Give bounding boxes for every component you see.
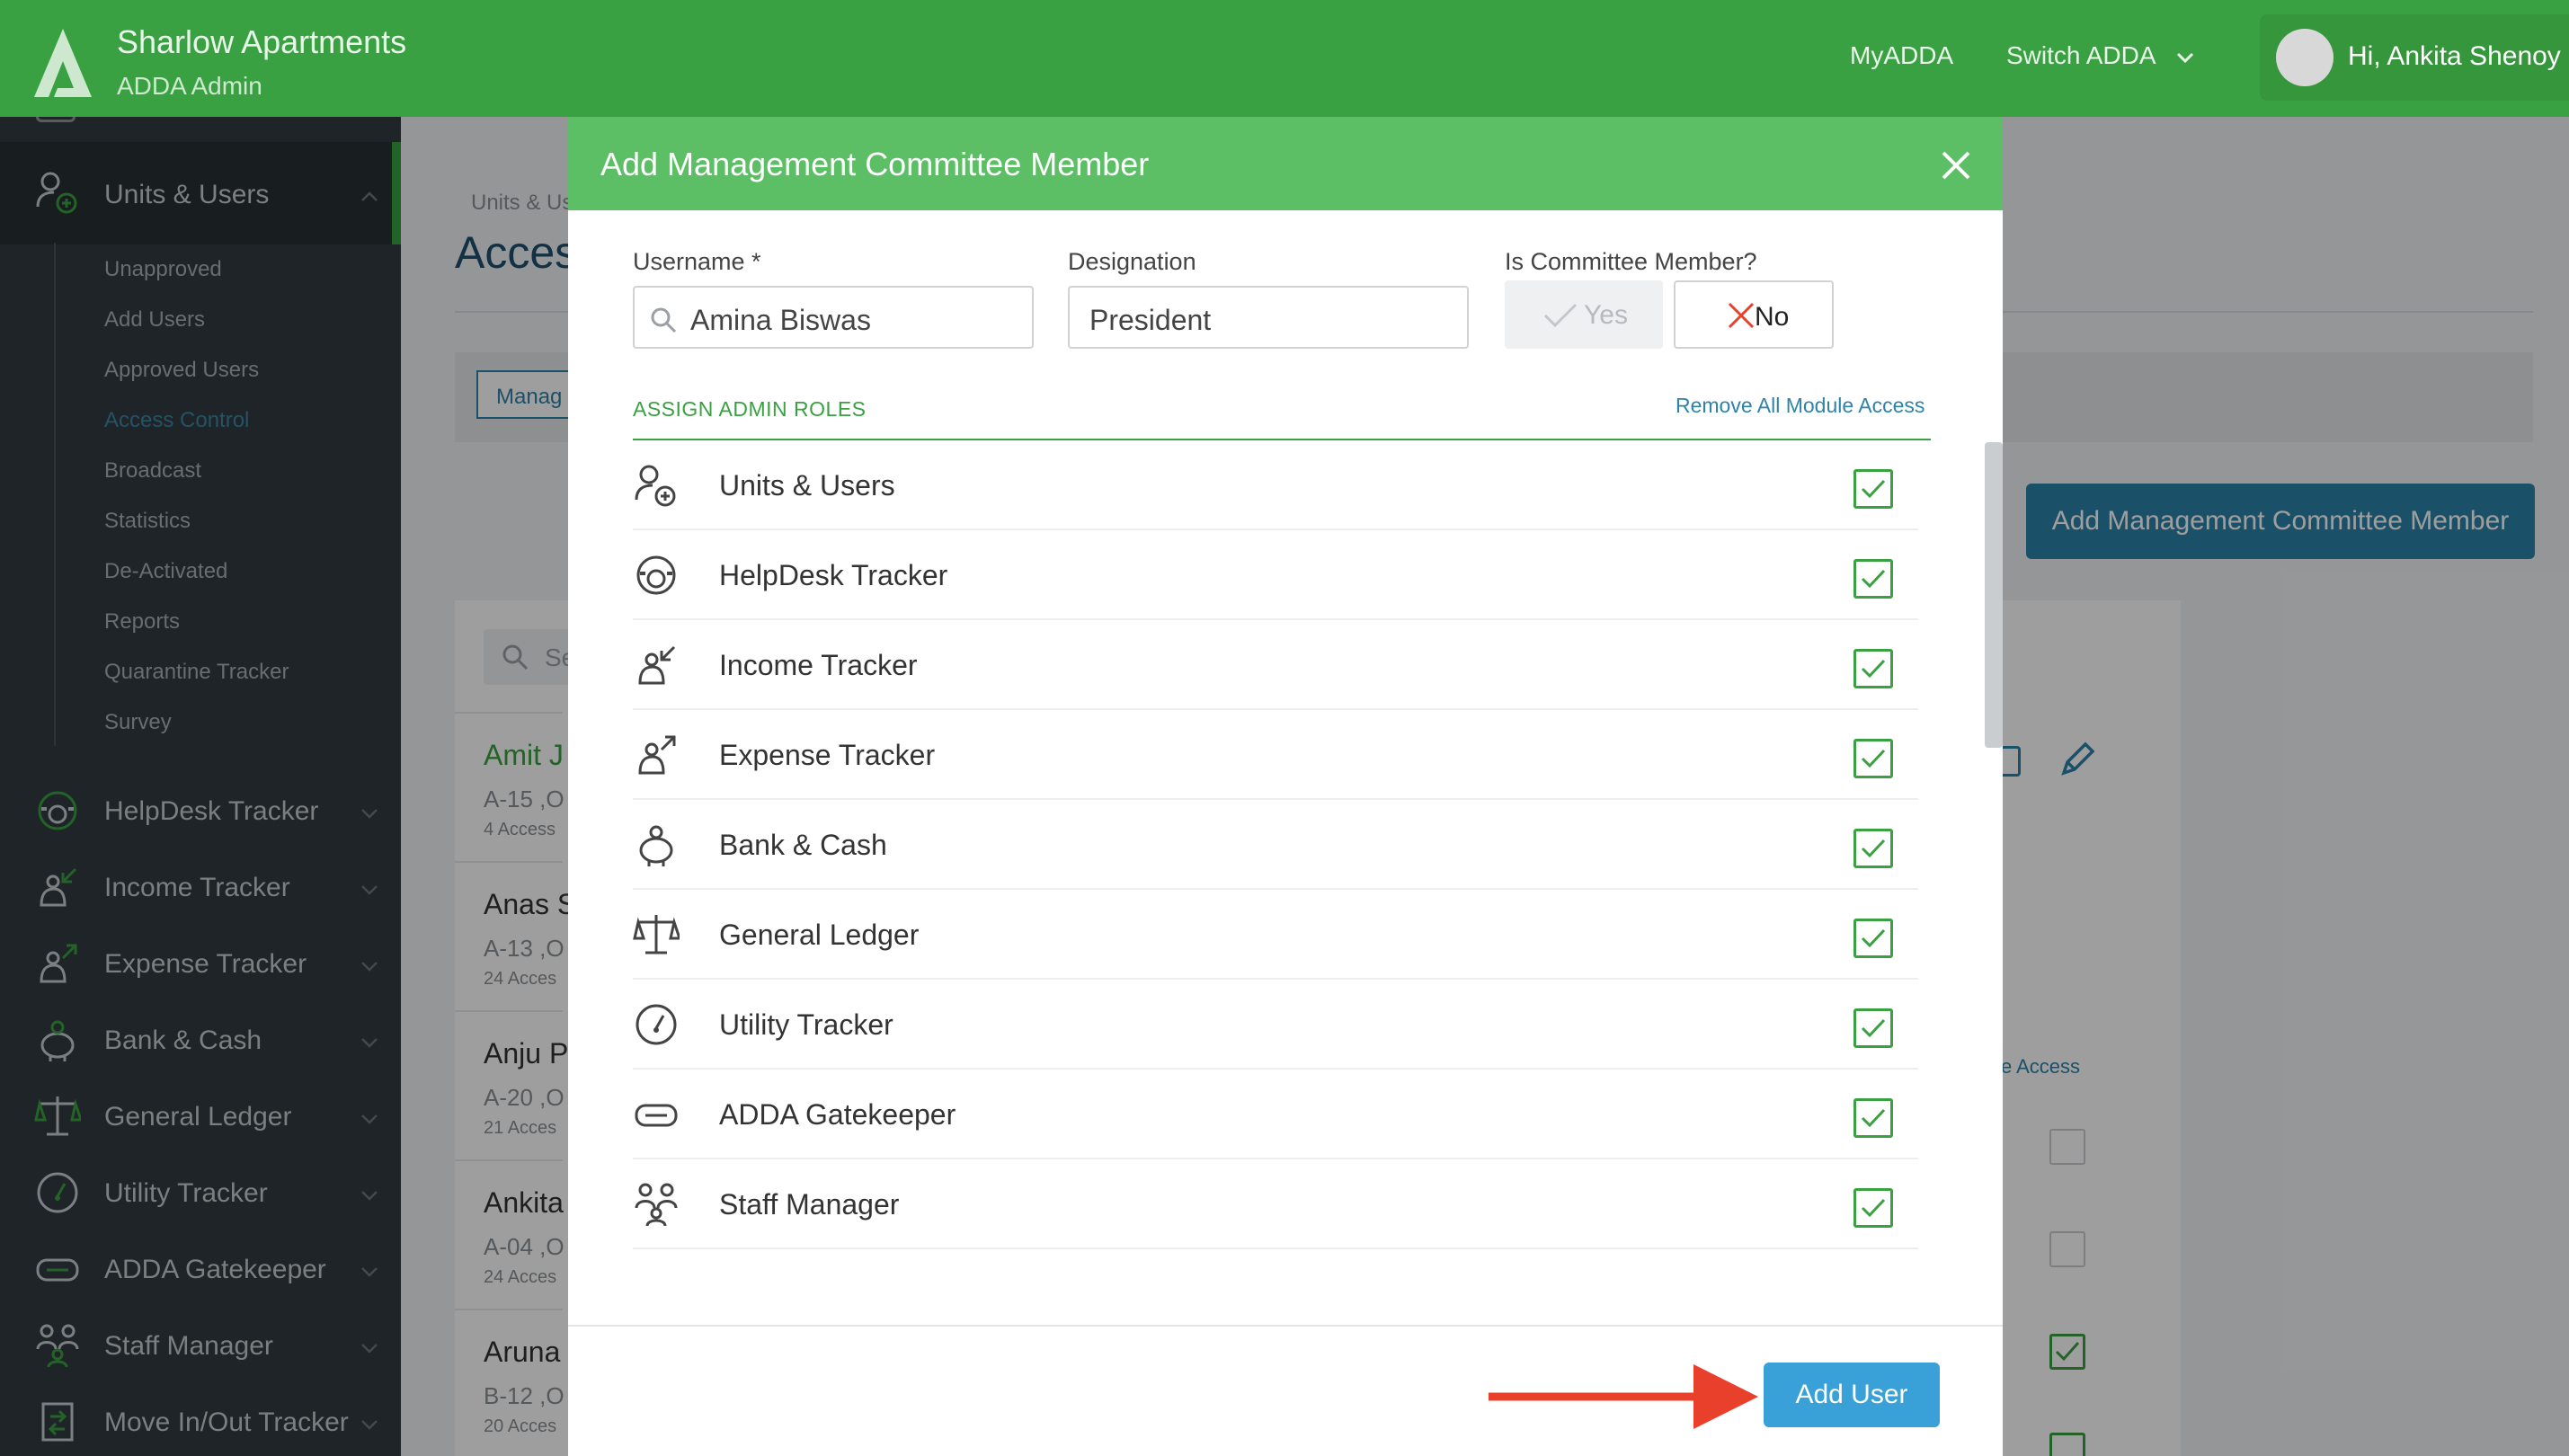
checkmark-icon [1861, 749, 1886, 768]
designation-label: Designation [1068, 248, 1196, 275]
checkmark-icon [1861, 659, 1886, 679]
scales-icon [633, 915, 680, 954]
module-row-gatekeeper[interactable]: ADDA Gatekeeper [633, 1070, 1918, 1159]
module-label: HelpDesk Tracker [719, 559, 948, 591]
module-row-units-users[interactable]: Units & Users [633, 440, 1918, 530]
module-checkbox[interactable] [1853, 469, 1893, 509]
module-label: General Ledger [719, 919, 920, 951]
checkmark-icon [1861, 1018, 1886, 1038]
module-row-utility[interactable]: Utility Tracker [633, 980, 1918, 1070]
module-label: ADDA Gatekeeper [719, 1098, 956, 1131]
piggy-bank-icon [639, 825, 673, 866]
module-row-staff[interactable]: Staff Manager [633, 1159, 1918, 1249]
staff-icon [635, 1183, 678, 1227]
checkmark-icon [1861, 1108, 1886, 1128]
gatekeeper-icon [635, 1104, 678, 1127]
checkmark-icon [1543, 303, 1578, 328]
module-checkbox[interactable] [1853, 739, 1893, 778]
dialog-header: Add Management Committee Member [568, 117, 2003, 210]
society-name: Sharlow Apartments [117, 23, 407, 60]
username-field[interactable]: Amina Biswas [633, 286, 1034, 349]
add-user-button[interactable]: Add User [1764, 1363, 1940, 1427]
chevron-down-icon [2176, 52, 2193, 63]
add-user-icon [635, 465, 676, 507]
checkmark-icon [1861, 1198, 1886, 1218]
module-checkbox[interactable] [1853, 559, 1893, 599]
module-checkbox[interactable] [1853, 1008, 1893, 1048]
username-label: Username * [633, 248, 761, 275]
yes-label: Yes [1584, 300, 1628, 330]
module-label: Utility Tracker [719, 1008, 893, 1041]
designation-field[interactable]: President [1068, 286, 1469, 349]
remove-all-access-link[interactable]: Remove All Module Access [1676, 394, 1925, 418]
module-label: Units & Users [719, 469, 895, 502]
checkmark-icon [1861, 928, 1886, 948]
module-label: Expense Tracker [719, 739, 936, 771]
module-checkbox[interactable] [1853, 919, 1893, 958]
module-checkbox[interactable] [1853, 1098, 1893, 1138]
module-row-income[interactable]: Income Tracker [633, 620, 1918, 710]
role-label: ADDA Admin [117, 72, 262, 100]
module-row-helpdesk[interactable]: HelpDesk Tracker [633, 530, 1918, 620]
switch-adda-label: Switch ADDA [2006, 41, 2155, 69]
cross-icon [1728, 302, 1755, 329]
dialog-title: Add Management Committee Member [600, 146, 1150, 182]
gauge-icon [636, 1004, 677, 1045]
designation-value: President [1089, 304, 1212, 336]
add-committee-member-dialog: Add Management Committee Member Username… [568, 117, 2003, 1456]
scrollbar-thumb[interactable] [1985, 442, 2003, 748]
module-label: Staff Manager [719, 1188, 900, 1221]
my-adda-link[interactable]: MyADDA [1850, 41, 1953, 70]
user-greeting: Hi, Ankita Shenoy [2348, 41, 2561, 71]
assign-roles-heading: ASSIGN ADMIN ROLES [633, 397, 867, 421]
module-row-expense[interactable]: Expense Tracker [633, 710, 1918, 800]
no-label: No [1755, 302, 1790, 332]
avatar [2276, 29, 2333, 86]
committee-member-label: Is Committee Member? [1505, 248, 1757, 275]
switch-adda-dropdown[interactable]: Switch ADDA [2006, 41, 2196, 70]
search-icon [651, 307, 677, 333]
close-icon[interactable] [1938, 147, 1974, 183]
expense-icon [638, 735, 676, 775]
module-row-general-ledger[interactable]: General Ledger [633, 890, 1918, 980]
username-value: Amina Biswas [690, 304, 871, 336]
top-bar: Sharlow Apartments ADDA Admin MyADDA Swi… [0, 0, 2569, 117]
dialog-footer-divider [568, 1325, 2003, 1327]
checkmark-icon [1861, 569, 1886, 589]
committee-no-toggle[interactable]: No [1674, 280, 1834, 349]
red-arrow-icon [1489, 1364, 1758, 1429]
module-row-bank-cash[interactable]: Bank & Cash [633, 800, 1918, 890]
module-checkbox[interactable] [1853, 1188, 1893, 1228]
adda-logo-icon[interactable] [27, 25, 99, 102]
user-menu[interactable]: Hi, Ankita Shenoy [2260, 14, 2569, 101]
helpdesk-icon [636, 555, 676, 595]
checkmark-icon [1861, 479, 1886, 499]
module-checkbox[interactable] [1853, 829, 1893, 868]
module-checkbox[interactable] [1853, 649, 1893, 688]
checkmark-icon [1861, 839, 1886, 858]
committee-yes-toggle[interactable]: Yes [1505, 280, 1663, 349]
income-icon [638, 645, 676, 685]
module-label: Bank & Cash [719, 829, 887, 861]
module-label: Income Tracker [719, 649, 918, 681]
